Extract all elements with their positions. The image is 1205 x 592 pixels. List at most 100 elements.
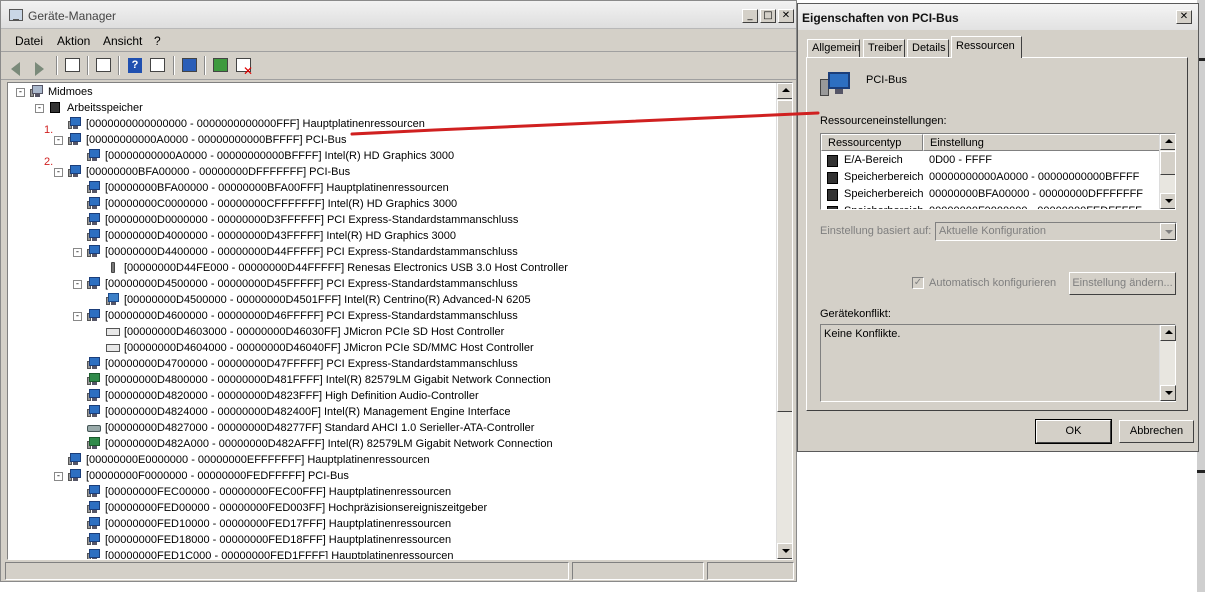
device-icon: [87, 517, 101, 530]
menu-aktion[interactable]: Aktion: [57, 34, 90, 48]
tree-item[interactable]: - [00000000D4600000 - 00000000D46FFFFF] P…: [8, 308, 768, 324]
wifi-adapter-icon: [106, 293, 120, 306]
tree-item[interactable]: [00000000D4820000 - 00000000D4823FFF] Hi…: [8, 388, 768, 404]
tree-item[interactable]: [00000000FED18000 - 00000000FED18FFF] Ha…: [8, 532, 768, 548]
column-header-setting[interactable]: Einstellung: [923, 134, 1161, 151]
tree-item[interactable]: [00000000D4000000 - 00000000D43FFFFF] In…: [8, 228, 768, 244]
tab-ressourcen[interactable]: Ressourcen: [951, 36, 1022, 58]
tab-allgemein[interactable]: Allgemein: [807, 39, 860, 57]
minimize-button[interactable]: _: [742, 9, 758, 23]
dialog-close-button[interactable]: ✕: [1176, 10, 1192, 24]
tab-treiber[interactable]: Treiber: [863, 39, 905, 57]
close-button[interactable]: ✕: [778, 9, 794, 23]
scroll-up-button[interactable]: [777, 83, 792, 99]
tree-item-label: [00000000D4820000 - 00000000D4823FFF] Hi…: [105, 390, 479, 402]
tree-item[interactable]: [00000000BFA00000 - 00000000BFA00FFF] Ha…: [8, 180, 768, 196]
tree-item-label: [00000000D4500000 - 00000000D4501FFF] In…: [124, 294, 531, 306]
tree-item[interactable]: - [00000000BFA00000 - 00000000DFFFFFFF] P…: [8, 164, 768, 180]
menu-datei[interactable]: Datei: [15, 34, 43, 48]
change-setting-button[interactable]: Einstellung ändern...: [1069, 272, 1176, 295]
help-button[interactable]: ?: [125, 56, 145, 75]
tree-item[interactable]: [00000000D4604000 - 00000000D46040FF] JM…: [8, 340, 768, 356]
tree-item[interactable]: - [00000000D4500000 - 00000000D45FFFFF] P…: [8, 276, 768, 292]
tree-item[interactable]: - Midmoes: [8, 84, 768, 100]
resource-row[interactable]: Speicherbereich 00000000000A0000 - 000000…: [821, 169, 1161, 186]
details-button[interactable]: [148, 56, 168, 75]
scroll-down-button[interactable]: [1160, 385, 1176, 401]
update-driver-button[interactable]: [211, 56, 231, 75]
tree-item[interactable]: - [00000000000A0000 - 00000000000BFFFF] P…: [8, 132, 768, 148]
resource-table-header: Ressourcentyp Einstellung: [821, 134, 1161, 151]
properties-button[interactable]: [94, 56, 114, 75]
status-cell: [5, 562, 569, 580]
conflict-textbox[interactable]: Keine Konflikte.: [820, 324, 1176, 402]
tree-collapse-icon[interactable]: -: [54, 168, 63, 177]
tree-collapse-icon[interactable]: -: [73, 312, 82, 321]
scroll-down-button[interactable]: [777, 543, 792, 559]
tree-collapse-icon[interactable]: -: [73, 280, 82, 289]
conflict-text: Keine Konflikte.: [824, 328, 901, 340]
ok-button[interactable]: OK: [1035, 419, 1112, 444]
tree-scrollbar[interactable]: [776, 83, 792, 559]
red-x-icon: ✕: [243, 64, 254, 78]
uninstall-button[interactable]: ✕: [234, 56, 254, 78]
scroll-up-button[interactable]: [1160, 134, 1175, 150]
tree-item[interactable]: - Arbeitsspeicher: [8, 100, 768, 116]
tree-item[interactable]: [00000000D4824000 - 00000000D482400F] In…: [8, 404, 768, 420]
tree-item[interactable]: [00000000D44FE000 - 00000000D44FFFFF] Re…: [8, 260, 768, 276]
tree-item[interactable]: [00000000000A0000 - 00000000000BFFFF] In…: [8, 148, 768, 164]
tree-collapse-icon[interactable]: -: [35, 104, 44, 113]
tree-item[interactable]: [00000000D4827000 - 00000000D48277FF] St…: [8, 420, 768, 436]
scroll-thumb[interactable]: [777, 100, 792, 412]
auto-config-checkbox[interactable]: ✓: [912, 277, 924, 289]
usb-icon: [106, 261, 120, 274]
view-button[interactable]: [63, 56, 83, 75]
tree-collapse-icon[interactable]: -: [73, 248, 82, 257]
toolbar-separator: [56, 56, 58, 75]
dialog-titlebar[interactable]: Eigenschaften von PCI-Bus ✕: [798, 4, 1198, 30]
resource-row[interactable]: Speicherbereich 00000000F0000000 - 000000…: [821, 203, 1161, 209]
tree-collapse-icon[interactable]: -: [54, 136, 63, 145]
conflict-scrollbar[interactable]: [1159, 325, 1176, 401]
tree-item[interactable]: - [00000000F0000000 - 00000000FEDFFFFF] P…: [8, 468, 768, 484]
scroll-down-button[interactable]: [1160, 193, 1175, 209]
scan-hardware-button[interactable]: [180, 56, 200, 75]
tree-item[interactable]: [00000000D0000000 - 00000000D3FFFFFF] PC…: [8, 212, 768, 228]
tree-item[interactable]: [00000000D4500000 - 00000000D4501FFF] In…: [8, 292, 768, 308]
tree-item[interactable]: [00000000C0000000 - 00000000CFFFFFFF] In…: [8, 196, 768, 212]
device-tree[interactable]: 1. 2. - Midmoes - Arbeitsspeicher [000000000…: [7, 82, 793, 560]
tree-item[interactable]: [00000000FEC00000 - 00000000FEC00FFF] Ha…: [8, 484, 768, 500]
tree-item[interactable]: - [00000000D4400000 - 00000000D44FFFFF] P…: [8, 244, 768, 260]
tree-item[interactable]: [00000000FED10000 - 00000000FED17FFF] Ha…: [8, 516, 768, 532]
tree-collapse-icon[interactable]: -: [54, 472, 63, 481]
forward-button[interactable]: [31, 56, 51, 76]
menu-help[interactable]: ?: [154, 34, 161, 48]
chevron-down-icon[interactable]: [1160, 223, 1176, 240]
device-icon: [87, 181, 101, 194]
tree-item-label: [0000000000000000 - 0000000000000FFF] Ha…: [86, 118, 425, 130]
tree-item[interactable]: [00000000E0000000 - 00000000EFFFFFFF] Ha…: [8, 452, 768, 468]
tree-item[interactable]: [0000000000000000 - 0000000000000FFF] Ha…: [8, 116, 768, 132]
resource-row[interactable]: Speicherbereich 00000000BFA00000 - 000000…: [821, 186, 1161, 203]
tab-details[interactable]: Details: [907, 39, 949, 57]
tree-item[interactable]: [00000000FED00000 - 00000000FED003FF] Ho…: [8, 500, 768, 516]
device-icon: [87, 501, 101, 514]
scroll-up-button[interactable]: [1160, 325, 1176, 341]
column-header-type[interactable]: Ressourcentyp: [821, 134, 923, 151]
maximize-button[interactable]: □: [760, 9, 776, 23]
menu-ansicht[interactable]: Ansicht: [103, 34, 142, 48]
tree-item[interactable]: [00000000FED1C000 - 00000000FED1FFFF] Ha…: [8, 548, 768, 559]
resource-table-scrollbar[interactable]: [1159, 134, 1175, 209]
device-manager-titlebar[interactable]: Geräte-Manager _ □ ✕: [1, 1, 796, 29]
resource-row[interactable]: E/A-Bereich 0D00 - FFFF: [821, 152, 1161, 169]
cancel-button[interactable]: Abbrechen: [1119, 420, 1194, 443]
back-button[interactable]: [9, 56, 29, 76]
tree-collapse-icon[interactable]: -: [16, 88, 25, 97]
tree-item[interactable]: [00000000D4700000 - 00000000D47FFFFF] PC…: [8, 356, 768, 372]
tree-item[interactable]: [00000000D4800000 - 00000000D481FFFF] In…: [8, 372, 768, 388]
based-on-select[interactable]: Aktuelle Konfiguration: [935, 222, 1177, 241]
tree-item[interactable]: [00000000D482A000 - 00000000D482AFFF] In…: [8, 436, 768, 452]
scroll-thumb[interactable]: [1160, 151, 1175, 175]
resource-table[interactable]: Ressourcentyp Einstellung E/A-Bereich 0D0…: [820, 133, 1176, 210]
tree-item[interactable]: [00000000D4603000 - 00000000D46030FF] JM…: [8, 324, 768, 340]
